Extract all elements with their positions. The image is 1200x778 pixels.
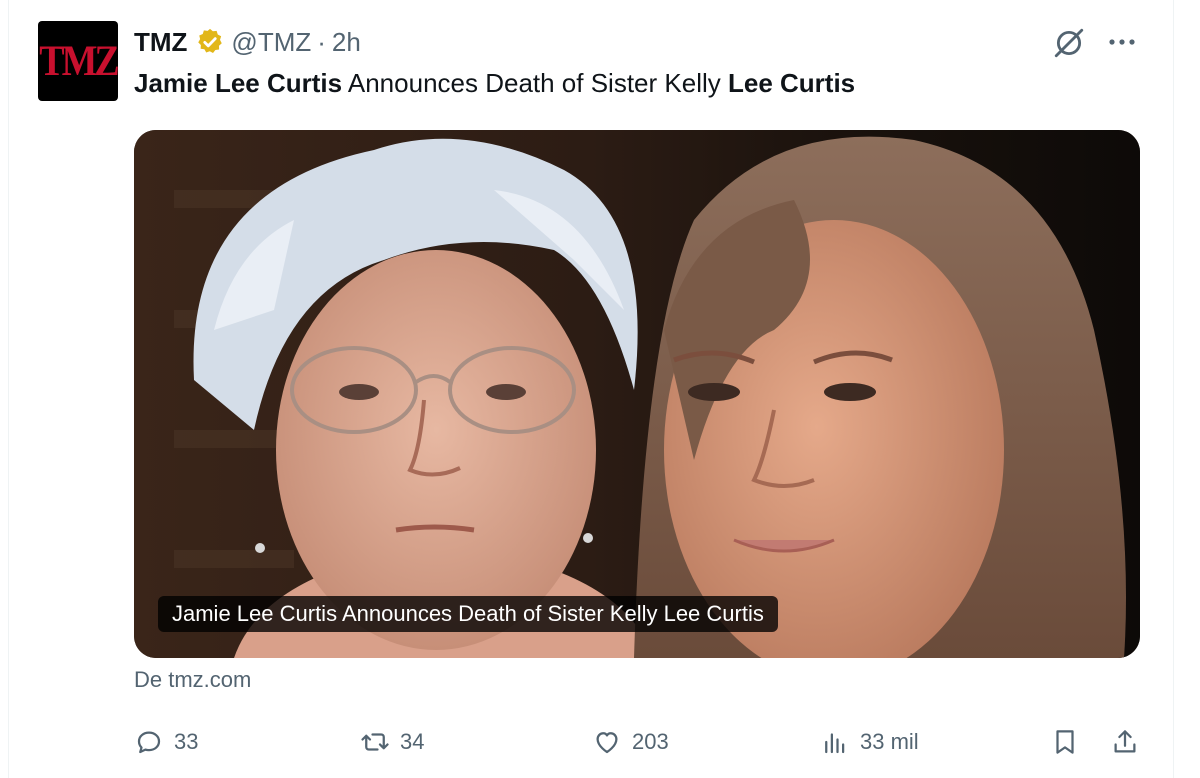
reply-button[interactable]: 33	[134, 722, 198, 762]
grok-icon[interactable]	[1052, 26, 1086, 60]
tweet-text: Jamie Lee Curtis Announces Death of Sist…	[134, 68, 855, 99]
card-caption: Jamie Lee Curtis Announces Death of Sist…	[158, 596, 778, 632]
account-name[interactable]: TMZ	[134, 27, 187, 58]
like-button[interactable]: 203	[592, 722, 669, 762]
more-icon[interactable]	[1104, 30, 1140, 54]
views-count: 33 mil	[860, 729, 919, 754]
share-icon	[1114, 730, 1136, 753]
repost-count: 34	[400, 729, 425, 754]
separator-dot: ·	[317, 26, 326, 57]
verified-badge-icon[interactable]	[195, 27, 225, 57]
card-photo	[134, 130, 1140, 658]
like-count: 203	[632, 729, 669, 754]
reply-icon	[137, 731, 161, 754]
repost-button[interactable]: 34	[360, 722, 424, 762]
share-button[interactable]	[1110, 722, 1150, 762]
action-bar: 33 34 203 33 mil	[134, 722, 1144, 762]
tmz-logo: TMZ	[39, 36, 118, 86]
timestamp[interactable]: 2h	[332, 27, 361, 58]
tweet-text-part-3: Lee Curtis	[727, 68, 856, 98]
tweet-header: TMZ @TMZ · 2h	[134, 24, 361, 60]
avatar[interactable]: TMZ	[38, 21, 118, 101]
link-card-image[interactable]: Jamie Lee Curtis Announces Death of Sist…	[134, 130, 1140, 658]
views-icon	[825, 733, 845, 754]
tweet-text-part-1: Jamie Lee Curtis	[134, 68, 343, 98]
heart-icon	[596, 732, 618, 754]
bookmark-button[interactable]	[1050, 722, 1090, 762]
link-source[interactable]: De tmz.com	[134, 667, 251, 693]
views-button[interactable]: 33 mil	[820, 722, 919, 762]
bookmark-icon	[1056, 730, 1074, 754]
reply-count: 33	[174, 729, 199, 754]
repost-icon	[361, 733, 389, 751]
tweet-text-part-2: Announces Death of Sister Kelly	[342, 68, 728, 98]
account-handle[interactable]: @TMZ	[231, 27, 311, 58]
